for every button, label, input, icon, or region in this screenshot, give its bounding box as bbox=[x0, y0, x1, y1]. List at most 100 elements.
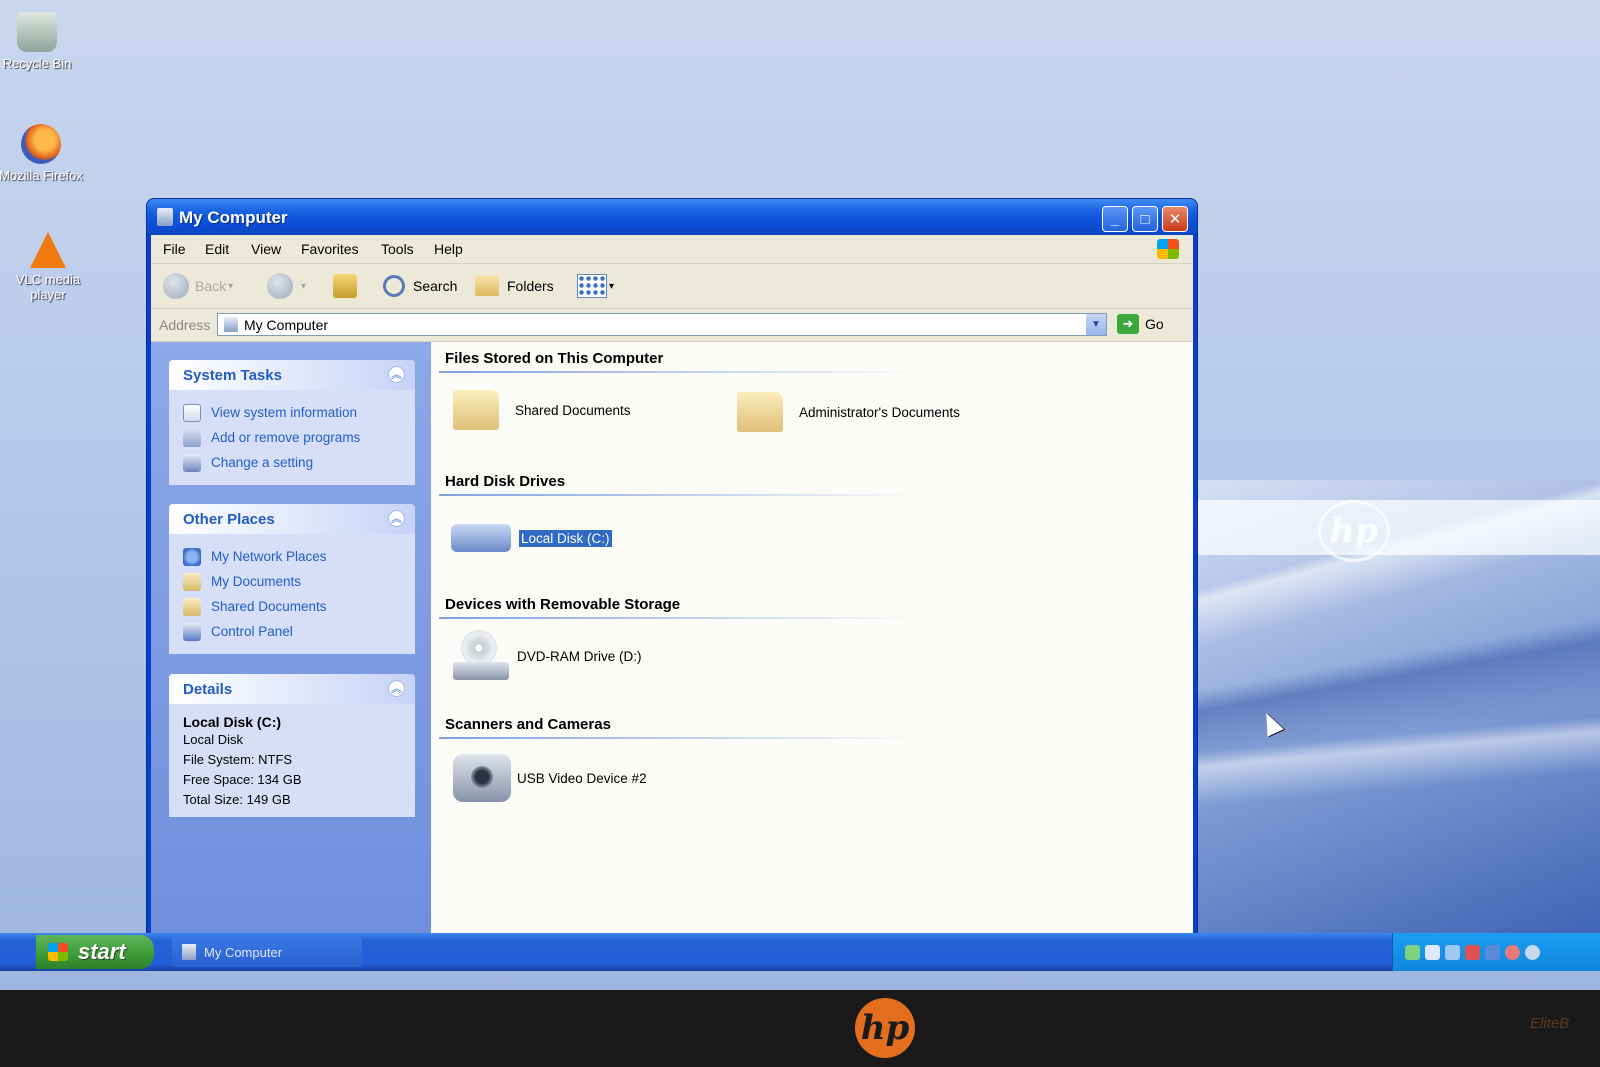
desktop-icon-recycle-bin[interactable]: Recycle Bin bbox=[0, 12, 82, 71]
menu-edit[interactable]: Edit bbox=[205, 241, 229, 257]
tray-connection-icon[interactable] bbox=[1485, 944, 1500, 960]
item-shared-documents[interactable]: Shared Documents bbox=[453, 390, 631, 430]
desktop-icon-label: VLC media player bbox=[15, 272, 81, 302]
item-local-disk-c[interactable]: Local Disk (C:) bbox=[451, 524, 613, 552]
item-label: Local Disk (C:) bbox=[518, 528, 613, 548]
group-divider bbox=[439, 737, 919, 739]
start-label: start bbox=[78, 939, 126, 964]
address-value: My Computer bbox=[244, 317, 329, 333]
place-control-panel[interactable]: Control Panel bbox=[183, 619, 403, 644]
item-administrators-documents[interactable]: Administrator's Documents bbox=[737, 392, 960, 432]
desktop-icon-label: Recycle Bin bbox=[2, 56, 72, 71]
menu-bar: File Edit View Favorites Tools Help bbox=[151, 235, 1193, 264]
tray-alert-icon[interactable] bbox=[1505, 944, 1520, 960]
item-usb-video-device[interactable]: USB Video Device #2 bbox=[453, 754, 647, 802]
taskbar-button-label: My Computer bbox=[204, 944, 283, 960]
wallpaper-band bbox=[1180, 500, 1600, 555]
task-pane: System Tasks ︽ View system information A… bbox=[151, 342, 431, 940]
taskbar: start My Computer bbox=[0, 933, 1600, 971]
details-total-size: Total Size: 149 GB bbox=[183, 792, 291, 807]
address-dropdown-button[interactable]: ▼ bbox=[1086, 314, 1106, 335]
programs-icon bbox=[183, 428, 201, 447]
task-label: Add or remove programs bbox=[211, 430, 361, 445]
search-button[interactable]: Search bbox=[383, 272, 457, 300]
desktop-icon-label: Mozilla Firefox bbox=[0, 168, 83, 183]
menu-help[interactable]: Help bbox=[434, 241, 463, 257]
close-button[interactable]: ✕ bbox=[1162, 206, 1188, 232]
up-folder-button[interactable] bbox=[333, 272, 357, 300]
tray-network-icon[interactable] bbox=[1405, 944, 1420, 960]
item-label: USB Video Device #2 bbox=[517, 770, 647, 786]
details-item-name: Local Disk (C:) bbox=[183, 714, 282, 730]
place-my-documents[interactable]: My Documents bbox=[183, 569, 403, 594]
menu-file[interactable]: File bbox=[163, 241, 186, 257]
firefox-icon bbox=[21, 124, 61, 164]
computer-icon bbox=[182, 944, 196, 960]
details-header[interactable]: Details ︽ bbox=[169, 674, 415, 704]
tray-volume-icon[interactable] bbox=[1525, 944, 1540, 960]
hard-disk-icon bbox=[451, 524, 511, 552]
computer-icon bbox=[224, 317, 238, 332]
task-view-system-information[interactable]: View system information bbox=[183, 400, 403, 425]
desktop-icon-vlc[interactable]: VLC media player bbox=[6, 232, 90, 302]
task-change-setting[interactable]: Change a setting bbox=[183, 450, 403, 475]
my-documents-icon bbox=[183, 572, 201, 591]
chevron-down-icon: ▾ bbox=[301, 280, 307, 292]
item-label: Shared Documents bbox=[515, 402, 631, 418]
start-button[interactable]: start bbox=[36, 935, 154, 969]
place-my-network-places[interactable]: My Network Places bbox=[183, 544, 403, 569]
back-button[interactable]: Back ▾ bbox=[163, 272, 233, 300]
folder-icon bbox=[453, 390, 499, 430]
go-label: Go bbox=[1145, 316, 1164, 332]
folders-button[interactable]: Folders bbox=[475, 272, 554, 300]
collapse-icon[interactable]: ︽ bbox=[388, 366, 405, 383]
views-icon bbox=[577, 274, 607, 298]
place-shared-documents[interactable]: Shared Documents bbox=[183, 594, 403, 619]
details-item-type: Local Disk bbox=[183, 732, 243, 747]
system-tasks-title: System Tasks bbox=[183, 367, 282, 384]
menu-tools[interactable]: Tools bbox=[381, 241, 414, 257]
tray-display-icon[interactable] bbox=[1425, 944, 1440, 960]
collapse-icon[interactable]: ︽ bbox=[388, 680, 405, 697]
other-places-title: Other Places bbox=[183, 511, 275, 528]
network-places-icon bbox=[183, 547, 201, 566]
bezel-brand-text: EliteB bbox=[1530, 1015, 1570, 1032]
title-bar[interactable]: My Computer _ □ ✕ bbox=[147, 199, 1197, 235]
task-add-remove-programs[interactable]: Add or remove programs bbox=[183, 425, 403, 450]
group-divider bbox=[439, 617, 919, 619]
window-title: My Computer bbox=[179, 208, 288, 227]
address-bar: Address My Computer ▼ ➜ Go bbox=[151, 309, 1193, 342]
go-button[interactable]: ➜ Go bbox=[1117, 314, 1164, 334]
minimize-button[interactable]: _ bbox=[1102, 206, 1128, 232]
forward-button[interactable]: ▾ bbox=[267, 272, 306, 300]
wallpaper-hp-logo: hp bbox=[1318, 500, 1390, 562]
chevron-down-icon: ▾ bbox=[609, 280, 615, 292]
item-dvd-ram-drive[interactable]: DVD-RAM Drive (D:) bbox=[453, 630, 642, 682]
tray-security-icon[interactable] bbox=[1465, 944, 1480, 960]
forward-arrow-icon bbox=[267, 273, 293, 299]
place-label: My Documents bbox=[211, 574, 302, 589]
views-button[interactable]: ▾ bbox=[577, 272, 614, 300]
menu-view[interactable]: View bbox=[251, 241, 281, 257]
back-arrow-icon bbox=[163, 273, 189, 299]
place-label: My Network Places bbox=[211, 549, 327, 564]
tray-device-icon[interactable] bbox=[1445, 944, 1460, 960]
desktop-screen: hp Recycle Bin Mozilla Firefox VLC media… bbox=[0, 0, 1600, 990]
search-icon bbox=[383, 275, 405, 297]
desktop-icon-firefox[interactable]: Mozilla Firefox bbox=[0, 124, 86, 183]
group-divider bbox=[439, 371, 919, 373]
maximize-button[interactable]: □ bbox=[1132, 206, 1158, 232]
taskbar-button-my-computer[interactable]: My Computer bbox=[172, 937, 362, 967]
window-client-area: File Edit View Favorites Tools Help Back… bbox=[151, 235, 1193, 940]
group-header-files: Files Stored on This Computer bbox=[445, 350, 664, 367]
other-places-panel: Other Places ︽ My Network Places My Docu… bbox=[169, 504, 415, 654]
camera-icon bbox=[453, 754, 511, 802]
address-input[interactable]: My Computer ▼ bbox=[217, 313, 1107, 336]
other-places-header[interactable]: Other Places ︽ bbox=[169, 504, 415, 534]
collapse-icon[interactable]: ︽ bbox=[388, 510, 405, 527]
menu-favorites[interactable]: Favorites bbox=[301, 241, 359, 257]
system-tasks-header[interactable]: System Tasks ︽ bbox=[169, 360, 415, 390]
toolbar: Back ▾ ▾ Search Folders ▾ bbox=[151, 264, 1193, 309]
folder-icon bbox=[183, 597, 201, 616]
place-label: Control Panel bbox=[211, 624, 293, 639]
